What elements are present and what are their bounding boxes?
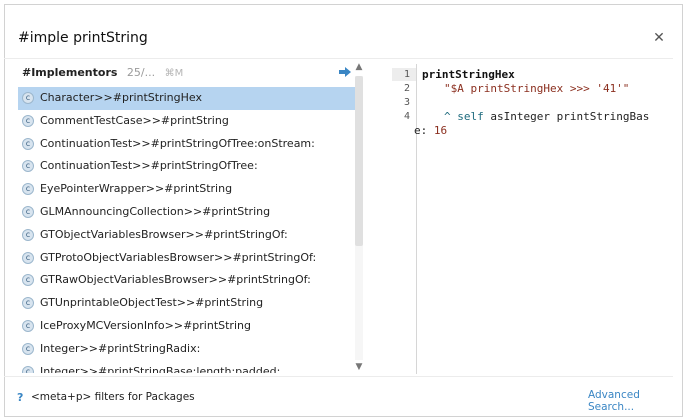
code-return-caret: ^ [444, 110, 451, 123]
list-item[interactable]: c CommentTestCase>>#printString [18, 110, 355, 133]
scroll-down-arrow-icon[interactable]: ▼ [354, 362, 364, 372]
list-item-label: EyePointerWrapper>>#printString [40, 182, 233, 196]
list-item[interactable]: c ContinuationTest>>#printStringOfTree:on… [18, 133, 355, 156]
code-line-selector: printStringHex [422, 68, 515, 81]
line-number: 4 [403, 111, 410, 122]
close-icon[interactable]: ✕ [650, 29, 668, 47]
search-bar[interactable] [18, 27, 578, 49]
class-icon: c [22, 228, 34, 241]
list-item[interactable]: c GTRawObjectVariablesBrowser>>#printStri… [18, 269, 355, 292]
results-scrollbar[interactable]: ▲ ▼ [352, 62, 366, 373]
list-item[interactable]: c GTObjectVariablesBrowser>>#printStringO… [18, 224, 355, 247]
code-line-return: ^ self asInteger printStringBas [444, 110, 649, 123]
advanced-search-link[interactable]: Advanced Search... [588, 389, 685, 413]
category-shortcut: ⌘M [164, 68, 184, 79]
code-number-literal: 16 [433, 124, 448, 137]
class-icon: c [22, 342, 34, 355]
header-divider [4, 58, 673, 59]
code-line-wrapped: e: 16 [414, 124, 447, 137]
result-count: 25/... [126, 66, 156, 79]
list-item-label: GTRawObjectVariablesBrowser>>#printStrin… [40, 273, 311, 287]
list-item[interactable]: c Character>>#printStringHex [18, 87, 355, 110]
list-item-label: ContinuationTest>>#printStringOfTree:onS… [40, 136, 315, 150]
list-item-label: IceProxyMCVersionInfo>>#printString [40, 318, 251, 332]
list-item[interactable]: c ContinuationTest>>#printStringOfTree: [18, 155, 355, 178]
line-number-gutter: 1 2 3 4 [392, 64, 417, 374]
list-item[interactable]: c Integer>>#printStringBase:length:padded… [18, 361, 355, 373]
list-item-label: GTProtoObjectVariablesBrowser>>#printStr… [40, 250, 317, 264]
list-item-label: ContinuationTest>>#printStringOfTree: [40, 159, 258, 173]
help-hint-text: <meta+p> filters for Packages [31, 391, 195, 403]
list-item[interactable]: c EyePointerWrapper>>#printString [18, 178, 355, 201]
category-title: #Implementors [22, 66, 118, 79]
category-header: #Implementors 25/... ⌘M [22, 64, 362, 82]
list-item-label: GLMAnnouncingCollection>>#printString [40, 204, 271, 218]
list-item-label: Integer>>#printStringRadix: [40, 341, 201, 355]
list-item-label: CommentTestCase>>#printString [40, 113, 229, 127]
code-return-expression: asInteger printStringBas [483, 110, 650, 123]
list-item-label: Integer>>#printStringBase:length:padded: [40, 364, 281, 373]
code-self-keyword: self [457, 110, 484, 123]
list-item-label: GTObjectVariablesBrowser>>#printStringOf… [40, 227, 288, 241]
results-list-pane: #Implementors 25/... ⌘M c Character>>#pri… [16, 60, 366, 373]
class-icon: c [22, 183, 34, 196]
class-icon: c [22, 137, 34, 150]
footer-divider [4, 376, 673, 377]
list-item[interactable]: c Integer>>#printStringRadix: [18, 338, 355, 361]
search-input[interactable] [18, 30, 578, 46]
code-preview-pane[interactable]: 1 2 3 4 printStringHex "$A printStringHe… [392, 64, 677, 374]
class-icon: c [22, 92, 34, 104]
line-number: 1 [392, 68, 416, 81]
class-icon: c [22, 274, 34, 287]
class-icon: c [22, 205, 34, 218]
dive-in-arrow-icon[interactable] [338, 65, 352, 79]
help-icon[interactable]: ? [17, 391, 23, 404]
list-item[interactable]: c GLMAnnouncingCollection>>#printString [18, 201, 355, 224]
scroll-thumb[interactable] [355, 76, 363, 246]
list-item-label: GTUnprintableObjectTest>>#printString [40, 296, 264, 310]
code-wrapped-prefix: e: [414, 124, 434, 137]
line-number: 3 [403, 97, 410, 108]
scroll-track[interactable] [355, 76, 363, 360]
list-item[interactable]: c GTUnprintableObjectTest>>#printString [18, 292, 355, 315]
class-icon: c [22, 114, 34, 127]
class-icon: c [22, 160, 34, 173]
class-icon: c [22, 297, 34, 310]
list-item-label: Character>>#printStringHex [40, 91, 202, 104]
list-item[interactable]: c GTProtoObjectVariablesBrowser>>#printSt… [18, 247, 355, 270]
class-icon: c [22, 251, 34, 264]
class-icon: c [22, 365, 34, 373]
code-comment-string: "$A printStringHex >>> '41'" [444, 82, 630, 95]
scroll-up-arrow-icon[interactable]: ▲ [354, 62, 364, 72]
class-icon: c [22, 319, 34, 332]
code-line-comment: "$A printStringHex >>> '41'" [444, 82, 629, 95]
results-list: c Character>>#printStringHex c CommentTestC… [18, 87, 355, 373]
line-number: 2 [403, 83, 410, 94]
list-item[interactable]: c IceProxyMCVersionInfo>>#printString [18, 315, 355, 338]
